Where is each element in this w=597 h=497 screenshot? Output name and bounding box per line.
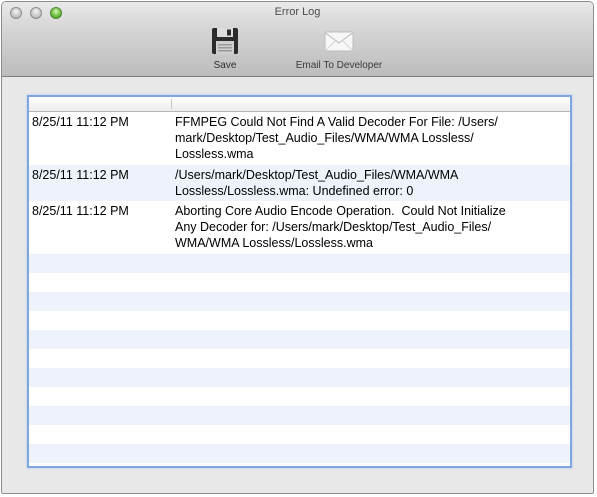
content-area: 8/25/11 11:12 PM FFMPEG Could Not Find A… [2, 77, 593, 493]
table-row[interactable]: 8/25/11 11:12 PM /Users/mark/Desktop/Tes… [29, 165, 570, 201]
error-log-table[interactable]: 8/25/11 11:12 PM FFMPEG Could Not Find A… [27, 95, 572, 468]
email-button-label: Email To Developer [295, 60, 383, 71]
empty-row [29, 273, 570, 292]
row-message: /Users/mark/Desktop/Test_Audio_Files/WMA… [175, 168, 459, 198]
empty-row [29, 330, 570, 349]
row-time: 8/25/11 11:12 PM [32, 168, 129, 182]
envelope-icon [324, 31, 354, 52]
save-button[interactable]: Save [207, 26, 243, 71]
row-time: 8/25/11 11:12 PM [32, 115, 129, 129]
table-header [29, 97, 570, 112]
email-to-developer-button[interactable]: Email To Developer [281, 26, 397, 71]
empty-row [29, 387, 570, 406]
empty-row [29, 425, 570, 444]
empty-row [29, 349, 570, 368]
empty-row-stripes [29, 254, 570, 466]
empty-row [29, 254, 570, 273]
empty-row [29, 444, 570, 463]
table-row[interactable]: 8/25/11 11:12 PM Aborting Core Audio Enc… [29, 201, 570, 254]
title-bar: Error Log Save Email To Developer [2, 2, 593, 77]
column-divider[interactable] [171, 99, 172, 109]
table-row[interactable]: 8/25/11 11:12 PM FFMPEG Could Not Find A… [29, 112, 570, 165]
floppy-disk-icon [212, 28, 238, 54]
empty-row [29, 292, 570, 311]
save-button-label: Save [213, 60, 237, 71]
row-time: 8/25/11 11:12 PM [32, 204, 129, 218]
window-title: Error Log [274, 6, 321, 18]
table-rows: 8/25/11 11:12 PM FFMPEG Could Not Find A… [29, 112, 570, 254]
empty-row [29, 406, 570, 425]
empty-row [29, 463, 570, 466]
error-log-window: Error Log Save Email To Developer 8/25/1… [1, 1, 594, 494]
row-message: Aborting Core Audio Encode Operation. Co… [175, 204, 506, 250]
row-message: FFMPEG Could Not Find A Valid Decoder Fo… [175, 115, 498, 161]
empty-row [29, 311, 570, 330]
empty-row [29, 368, 570, 387]
